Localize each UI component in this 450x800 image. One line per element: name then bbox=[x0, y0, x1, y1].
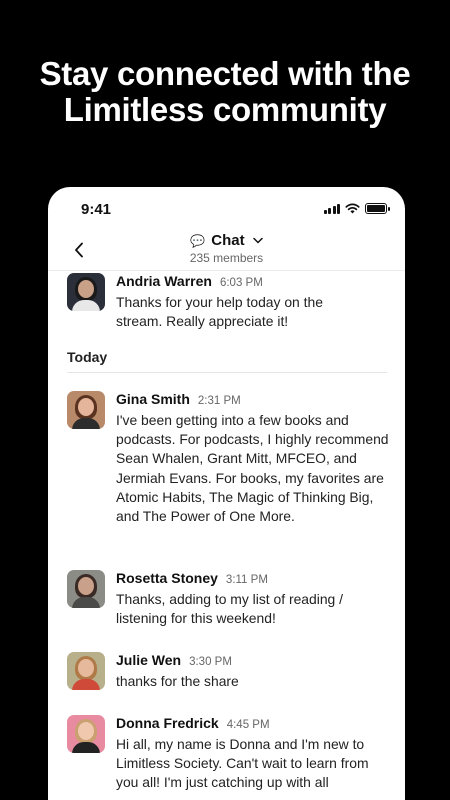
sender-name[interactable]: Julie Wen bbox=[116, 652, 181, 668]
chevron-down-icon bbox=[252, 237, 263, 244]
message-time: 3:11 PM bbox=[225, 574, 268, 586]
message-text: Thanks for your help today on the stream… bbox=[116, 294, 323, 330]
status-time: 9:41 bbox=[81, 201, 112, 218]
phone-screen: 9:41 💬 Chat 235 members Andria Warren 6:… bbox=[48, 187, 405, 800]
chat-title: Chat bbox=[211, 232, 245, 249]
avatar[interactable] bbox=[67, 391, 105, 429]
message-text: I've been getting into a few books and p… bbox=[116, 412, 389, 525]
status-bar: 9:41 bbox=[48, 187, 405, 231]
avatar[interactable] bbox=[67, 273, 105, 311]
battery-icon bbox=[365, 203, 390, 214]
cellular-signal-icon bbox=[323, 203, 340, 214]
headline-line-1: Stay connected with the bbox=[39, 55, 411, 92]
headline-line-2: Limitless community bbox=[63, 91, 387, 128]
promo-headline: Stay connected with the Limitless commun… bbox=[0, 56, 450, 128]
chat-title-area[interactable]: 💬 Chat 235 members bbox=[48, 231, 405, 265]
message-text: Thanks, adding to my list of reading / l… bbox=[116, 591, 343, 627]
avatar[interactable] bbox=[67, 570, 105, 608]
sender-name[interactable]: Rosetta Stoney bbox=[116, 570, 218, 586]
member-count: 235 members bbox=[189, 250, 264, 265]
message-time: 2:31 PM bbox=[197, 395, 241, 407]
speech-bubble-icon: 💬 bbox=[190, 233, 206, 248]
message-time: 6:03 PM bbox=[219, 277, 263, 289]
day-label: Today bbox=[67, 349, 108, 365]
message-time: 4:45 PM bbox=[226, 719, 270, 731]
sender-name[interactable]: Andria Warren bbox=[116, 273, 212, 289]
day-divider: Today bbox=[67, 349, 387, 373]
sender-name[interactable]: Donna Fredrick bbox=[116, 715, 219, 731]
chat-header: 💬 Chat 235 members bbox=[48, 231, 405, 271]
avatar[interactable] bbox=[67, 715, 105, 753]
message-text: thanks for the share bbox=[116, 673, 239, 689]
sender-name[interactable]: Gina Smith bbox=[116, 391, 190, 407]
status-icons bbox=[323, 203, 390, 214]
wifi-icon bbox=[345, 203, 360, 214]
message-time: 3:30 PM bbox=[189, 656, 232, 668]
message-text: Hi all, my name is Donna and I'm new to … bbox=[116, 736, 369, 791]
avatar[interactable] bbox=[67, 652, 105, 690]
